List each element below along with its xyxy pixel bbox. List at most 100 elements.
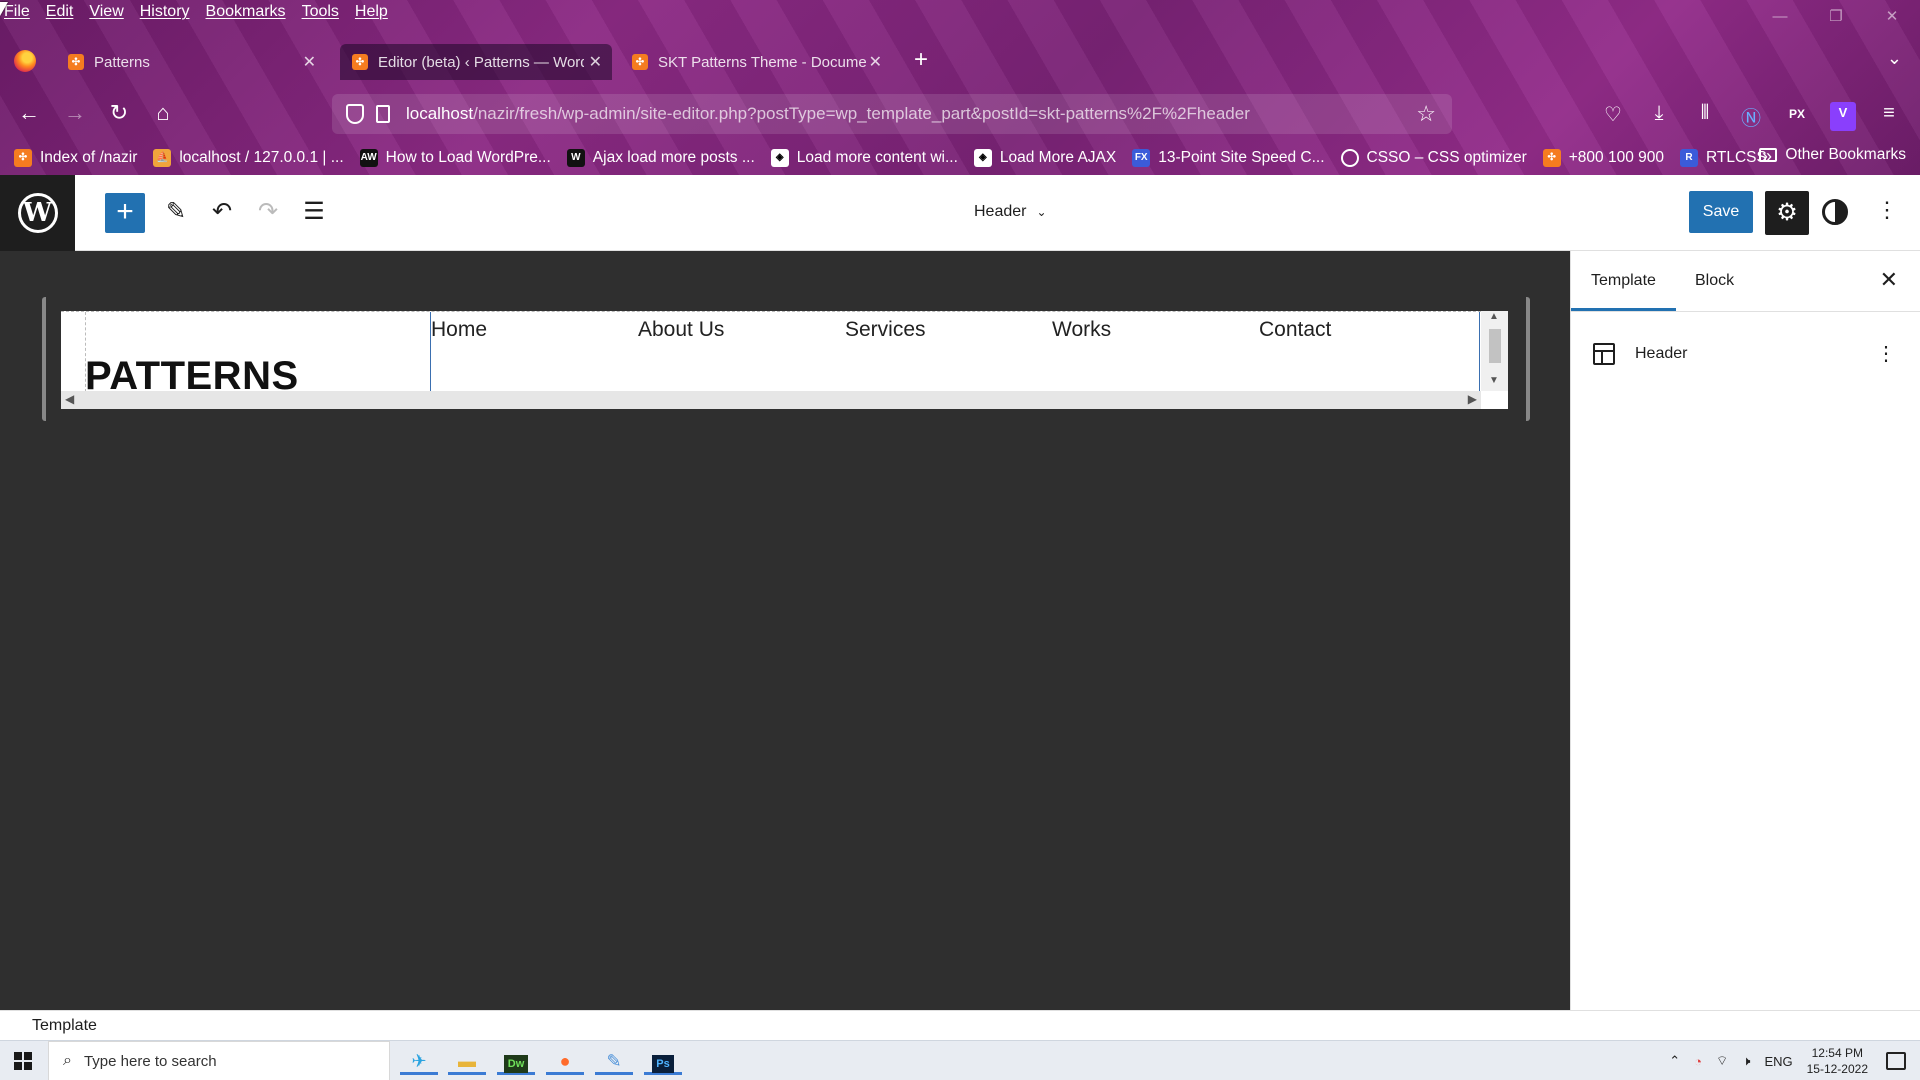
forward-arrow-icon[interactable]: → bbox=[60, 100, 90, 126]
pocket-icon[interactable]: ♡ bbox=[1600, 102, 1626, 131]
notepad-icon[interactable]: ✎ bbox=[595, 1047, 633, 1075]
bookmark-item[interactable]: AW How to Load WordPre... bbox=[359, 149, 551, 167]
edit-pencil-icon[interactable]: ✎ bbox=[160, 197, 192, 226]
breadcrumb-template[interactable]: Template bbox=[32, 1017, 97, 1035]
block-inserter-button[interactable]: + bbox=[105, 193, 145, 233]
list-tabs-chevron-icon[interactable]: ⌄ bbox=[1887, 48, 1902, 69]
tab-template[interactable]: Template bbox=[1571, 251, 1676, 311]
telegram-icon[interactable]: ✈ bbox=[400, 1047, 438, 1075]
vertical-scrollbar[interactable]: ▲ ▼ bbox=[1481, 311, 1508, 391]
bookmark-item[interactable]: ✣ Index of /nazir bbox=[14, 149, 137, 167]
menu-edit[interactable]: Edit bbox=[46, 3, 74, 21]
clock[interactable]: 12:54 PM 15-12-2022 bbox=[1807, 1045, 1868, 1077]
template-part-preview[interactable]: PATTERNS Home About Us Services Works Co… bbox=[61, 311, 1508, 409]
tab-skt-docs[interactable]: ✣ SKT Patterns Theme - Documen ✕ bbox=[620, 44, 892, 80]
tray-app-icon[interactable]: ◔ bbox=[1694, 1054, 1702, 1069]
other-bookmarks[interactable]: Other Bookmarks bbox=[1759, 146, 1906, 164]
template-card-title: Header bbox=[1635, 345, 1688, 362]
search-icon: ⌕ bbox=[63, 1052, 72, 1069]
windows-taskbar: ⌕ Type here to search ✈ ▬ Dw ● ✎ Ps ⌃ ◔ … bbox=[0, 1040, 1920, 1080]
extension-px-icon[interactable]: PX bbox=[1784, 102, 1810, 131]
redo-icon[interactable]: ↷ bbox=[252, 197, 284, 226]
site-icon-button[interactable]: W bbox=[0, 175, 75, 251]
more-options-kebab-icon[interactable]: ⋮ bbox=[1876, 341, 1896, 366]
bookmark-item[interactable]: ◈ Load more content wi... bbox=[770, 149, 958, 167]
close-tab-icon[interactable]: ✕ bbox=[589, 52, 602, 72]
hamburger-menu-icon[interactable]: ≡ bbox=[1876, 102, 1902, 131]
scroll-up-icon[interactable]: ▲ bbox=[1489, 311, 1499, 322]
close-tab-icon[interactable]: ✕ bbox=[303, 52, 316, 72]
styles-half-circle-icon[interactable] bbox=[1822, 199, 1848, 225]
scroll-thumb[interactable] bbox=[1489, 329, 1501, 363]
list-view-icon[interactable]: ☰ bbox=[298, 197, 330, 226]
extension-n-icon[interactable]: Ⓝ bbox=[1738, 102, 1764, 131]
folder-icon bbox=[1759, 148, 1778, 162]
menu-tools[interactable]: Tools bbox=[302, 3, 339, 21]
tray-chevron-up-icon[interactable]: ⌃ bbox=[1669, 1053, 1680, 1069]
reload-icon[interactable]: ↻ bbox=[104, 100, 134, 126]
document-title: Header bbox=[974, 203, 1027, 220]
save-button[interactable]: Save bbox=[1689, 191, 1753, 233]
notifications-icon[interactable] bbox=[1886, 1052, 1906, 1070]
bookmark-item[interactable]: FX 13-Point Site Speed C... bbox=[1132, 149, 1325, 167]
editor-header: W + ✎ ↶ ↷ ☰ Header ⌄ Save ⚙ ⋮ bbox=[0, 175, 1920, 251]
nav-item-home[interactable]: Home bbox=[431, 318, 487, 342]
url-bar[interactable]: localhost /nazir/fresh/wp-admin/site-edi… bbox=[332, 94, 1452, 134]
wifi-icon[interactable]: ⌔ bbox=[1716, 1053, 1728, 1069]
bookmark-item[interactable]: ⛵ localhost / 127.0.0.1 | ... bbox=[153, 149, 344, 167]
menu-help[interactable]: Help bbox=[355, 3, 388, 21]
tab-block[interactable]: Block bbox=[1675, 251, 1754, 311]
bookmark-star-icon[interactable]: ☆ bbox=[1416, 101, 1436, 127]
close-icon[interactable]: ✕ bbox=[1880, 267, 1898, 293]
bookmark-item[interactable]: ◈ Load More AJAX bbox=[973, 149, 1116, 167]
bookmark-item[interactable]: ✣ +800 100 900 bbox=[1542, 149, 1664, 167]
tab-bar: ✣ Patterns ✕ ✣ Editor (beta) ‹ Patterns … bbox=[0, 42, 1920, 82]
nav-item-about-us[interactable]: About Us bbox=[638, 318, 724, 342]
page-icon[interactable] bbox=[376, 105, 390, 123]
restore-button[interactable]: ❐ bbox=[1808, 0, 1864, 34]
scroll-left-icon[interactable]: ◀ bbox=[65, 392, 74, 406]
navigation-block[interactable]: Home About Us Services Works Contact bbox=[430, 312, 1480, 391]
shield-icon[interactable] bbox=[346, 104, 364, 124]
menu-bookmarks[interactable]: Bookmarks bbox=[206, 3, 286, 21]
nav-item-services[interactable]: Services bbox=[845, 318, 926, 342]
language-indicator[interactable]: ENG bbox=[1764, 1054, 1792, 1069]
bookmark-item[interactable]: R RTLCSS bbox=[1679, 149, 1767, 167]
extension-v-icon[interactable]: V bbox=[1830, 102, 1856, 131]
nav-item-works[interactable]: Works bbox=[1052, 318, 1111, 342]
scroll-down-icon[interactable]: ▼ bbox=[1489, 375, 1499, 386]
file-explorer-icon[interactable]: ▬ bbox=[448, 1047, 486, 1075]
horizontal-scrollbar[interactable]: ◀ ▶ bbox=[61, 391, 1481, 409]
settings-gear-icon[interactable]: ⚙ bbox=[1765, 191, 1809, 235]
taskbar-search[interactable]: ⌕ Type here to search bbox=[48, 1041, 390, 1080]
bookmark-item[interactable]: CSSO – CSS optimizer bbox=[1340, 149, 1527, 167]
firefox-taskbar-icon[interactable]: ● bbox=[546, 1047, 584, 1075]
dreamweaver-icon[interactable]: Dw bbox=[497, 1047, 535, 1075]
volume-muted-icon[interactable]: 🕨 bbox=[1742, 1053, 1750, 1069]
tab-editor[interactable]: ✣ Editor (beta) ‹ Patterns — Word ✕ bbox=[340, 44, 612, 80]
header-block[interactable]: PATTERNS Home About Us Services Works Co… bbox=[61, 311, 1481, 391]
firefox-icon[interactable] bbox=[14, 50, 36, 72]
photoshop-icon[interactable]: Ps bbox=[644, 1047, 682, 1075]
template-card: Header ⋮ bbox=[1571, 331, 1920, 381]
document-title-dropdown[interactable]: Header ⌄ bbox=[974, 203, 1047, 221]
close-window-button[interactable]: ✕ bbox=[1864, 0, 1920, 34]
windows-start-icon[interactable] bbox=[14, 1052, 32, 1070]
library-icon[interactable]: ⫴ bbox=[1692, 102, 1718, 131]
scroll-right-icon[interactable]: ▶ bbox=[1468, 392, 1477, 406]
undo-icon[interactable]: ↶ bbox=[206, 197, 238, 226]
bookmark-item[interactable]: W Ajax load more posts ... bbox=[566, 149, 755, 167]
site-title[interactable]: PATTERNS bbox=[85, 354, 299, 391]
clock-date: 15-12-2022 bbox=[1806, 1062, 1868, 1076]
minimize-button[interactable]: — bbox=[1752, 0, 1808, 34]
tab-patterns[interactable]: ✣ Patterns ✕ bbox=[56, 44, 326, 80]
download-icon[interactable]: ⤓ bbox=[1646, 102, 1672, 131]
close-tab-icon[interactable]: ✕ bbox=[869, 52, 882, 72]
options-kebab-icon[interactable]: ⋮ bbox=[1876, 197, 1898, 223]
menu-history[interactable]: History bbox=[140, 3, 190, 21]
menu-view[interactable]: View bbox=[89, 3, 123, 21]
back-arrow-icon[interactable]: ← bbox=[14, 100, 44, 126]
new-tab-button[interactable]: + bbox=[914, 46, 928, 74]
nav-item-contact[interactable]: Contact bbox=[1259, 318, 1331, 342]
home-icon[interactable]: ⌂ bbox=[148, 100, 178, 126]
